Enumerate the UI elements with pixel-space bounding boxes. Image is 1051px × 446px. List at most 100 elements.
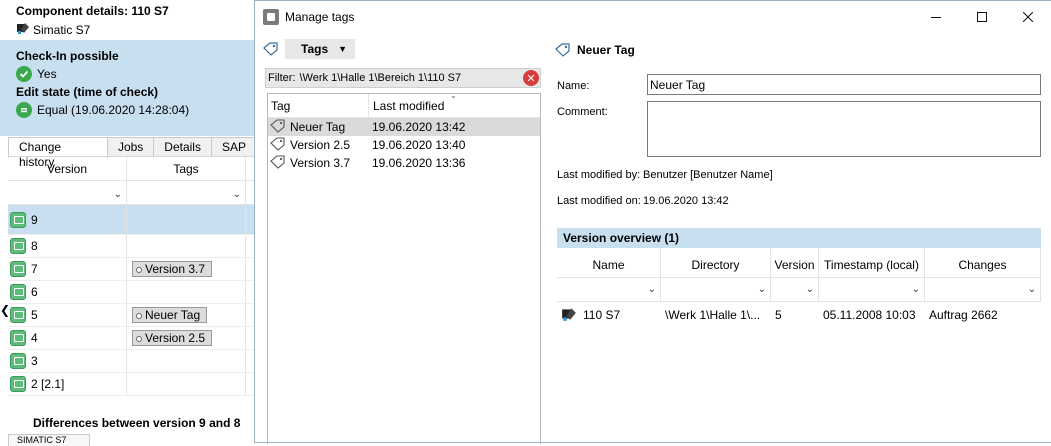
tag-modified: 19.06.2020 13:40 — [372, 138, 466, 152]
table-row[interactable]: 6 — [8, 281, 256, 304]
tab-change-history[interactable]: Change history — [8, 137, 108, 169]
timestamp-filter-dropdown[interactable]: ⌄ — [819, 278, 925, 301]
table-row[interactable]: 9 — [8, 205, 256, 235]
table-row[interactable]: 3 — [8, 350, 256, 373]
filter-bar[interactable]: Filter: \Werk 1\Halle 1\Bereich 1\110 S7… — [265, 68, 541, 88]
edit-state-row: Equal (19.06.2020 14:28:04) — [16, 100, 256, 120]
tags-dropdown[interactable]: Tags ▼ — [285, 39, 356, 59]
changes-filter-dropdown[interactable]: ⌄ — [925, 278, 1041, 301]
version-overview-heading: Version overview (1) — [557, 228, 1041, 248]
filter-value: \Werk 1\Halle 1\Bereich 1\110 S7 — [299, 72, 462, 84]
component-title: Component details: 110 S7 — [16, 4, 169, 18]
version-name: 110 S7 — [583, 308, 621, 322]
tags-dropdown-label: Tags — [301, 42, 329, 56]
version-overview-filter-row: ⌄ ⌄ ⌄ ⌄ ⌄ — [557, 278, 1041, 302]
checkin-row: Yes — [16, 64, 256, 84]
tag-icon — [270, 118, 286, 136]
version-cell: 9 — [8, 205, 127, 234]
tag-icon — [270, 136, 286, 154]
version-icon — [10, 353, 26, 369]
minimize-icon — [931, 17, 941, 18]
simatic-icon — [16, 21, 30, 38]
version-cell: 4 — [8, 327, 127, 349]
modified-by-label: Last modified by: — [557, 169, 641, 181]
component-subtitle: Simatic S7 — [33, 22, 91, 37]
collapse-arrow-icon[interactable]: ❮ — [0, 303, 10, 317]
tab-sap[interactable]: SAP — [210, 137, 257, 157]
tag-icon — [263, 42, 279, 56]
tag-list-rows: Neuer Tag 19.06.2020 13:42 Version 2.5 1… — [268, 118, 540, 172]
clear-filter-icon[interactable]: ✕ — [523, 70, 539, 86]
column-header-changes[interactable]: Changes — [925, 248, 1041, 277]
version-directory: \Werk 1\Halle 1\... — [665, 308, 761, 322]
version-filter-dropdown[interactable]: ⌄ — [8, 181, 127, 204]
tags-cell — [127, 235, 246, 257]
list-item[interactable]: Version 3.7 19.06.2020 13:36 — [268, 154, 540, 172]
directory-filter-dropdown[interactable]: ⌄ — [661, 278, 771, 301]
column-header-version[interactable]: Version — [8, 157, 127, 180]
version-timestamp: 05.11.2008 10:03 — [823, 308, 916, 322]
tag-icon — [270, 154, 286, 172]
table-row[interactable]: 110 S7 \Werk 1\Halle 1\... 5 05.11.2008 … — [557, 302, 1041, 328]
modified-on-value: 19.06.2020 13:42 — [643, 195, 729, 207]
tag-detail-header: Neuer Tag — [555, 37, 1051, 63]
tag-list-header: Tag Last modified ⌄ — [268, 91, 540, 118]
version-label: 7 — [31, 262, 38, 276]
table-row[interactable]: 8 — [8, 235, 256, 258]
diff-tab[interactable]: SIMATIC S7 — [8, 434, 90, 446]
minimize-button[interactable] — [913, 1, 959, 33]
version-label: 6 — [31, 285, 38, 299]
maximize-button[interactable] — [959, 1, 1005, 33]
table-row[interactable]: 7 Version 3.7 — [8, 258, 256, 281]
tags-list-pane: Tags ▼ Filter: \Werk 1\Halle 1\Bereich 1… — [263, 37, 543, 444]
version-name-cell: 110 S7 — [557, 306, 661, 325]
version-cell: 8 — [8, 235, 127, 257]
manage-tags-dialog: Manage tags Tags ▼ Filter: \Werk 1\Halle… — [254, 0, 1051, 444]
modified-on-label: Last modified on: — [557, 195, 641, 207]
comment-field[interactable] — [647, 101, 1041, 157]
tag-modified: 19.06.2020 13:42 — [372, 120, 466, 134]
tag-chip: Version 2.5 — [132, 330, 213, 346]
column-header-timestamp[interactable]: Timestamp (local) — [819, 248, 925, 277]
chevron-down-icon: ⌄ — [647, 284, 656, 295]
tab-jobs[interactable]: Jobs — [106, 137, 155, 157]
differences-title: Differences between version 9 and 8 — [33, 416, 241, 430]
table-row[interactable]: 5 Neuer Tag — [8, 304, 256, 327]
history-filter-row: ⌄ ⌄ — [8, 181, 256, 205]
version-overview-header: Name Directory Version Timestamp (local)… — [557, 248, 1041, 278]
chevron-down-icon: ⌄ — [1027, 284, 1036, 295]
column-header-version[interactable]: Version — [771, 248, 819, 277]
tags-filter-dropdown[interactable]: ⌄ — [127, 181, 246, 204]
table-row[interactable]: 2 [2.1] — [8, 373, 256, 396]
column-header-directory[interactable]: Directory — [661, 248, 771, 277]
column-header-tags[interactable]: Tags — [127, 157, 246, 180]
list-item[interactable]: Version 2.5 19.06.2020 13:40 — [268, 136, 540, 154]
chevron-down-icon: ⌄ — [113, 189, 122, 200]
column-header-tag[interactable]: Tag — [268, 99, 368, 113]
edit-state-heading: Edit state (time of check) — [16, 85, 159, 99]
chevron-down-icon: ⌄ — [232, 189, 241, 200]
tags-cell: Version 3.7 — [127, 258, 246, 280]
dialog-titlebar[interactable]: Manage tags — [255, 1, 1051, 33]
name-filter-dropdown[interactable]: ⌄ — [557, 278, 661, 301]
name-field[interactable] — [647, 74, 1041, 95]
version-label: 4 — [31, 331, 38, 345]
tags-cell: Neuer Tag — [127, 304, 246, 326]
close-icon — [1023, 12, 1033, 22]
version-icon — [10, 284, 26, 300]
checkin-heading: Check-In possible — [16, 49, 119, 63]
column-header-last-modified[interactable]: Last modified — [368, 94, 444, 117]
table-row[interactable]: 4 Version 2.5 — [8, 327, 256, 350]
tag-chip: Neuer Tag — [132, 307, 208, 323]
dialog-title: Manage tags — [285, 10, 355, 24]
column-header-name[interactable]: Name — [557, 248, 661, 277]
list-item[interactable]: Neuer Tag 19.06.2020 13:42 — [268, 118, 540, 136]
tag-cell: Version 2.5 — [268, 136, 368, 154]
tags-cell: Version 2.5 — [127, 327, 246, 349]
tag-cell: Neuer Tag — [268, 118, 368, 136]
version-filter-dropdown[interactable]: ⌄ — [771, 278, 819, 301]
tab-details[interactable]: Details — [153, 137, 212, 157]
tag-name: Version 3.7 — [290, 156, 351, 170]
close-button[interactable] — [1005, 1, 1051, 33]
filter-label: Filter: — [268, 72, 296, 84]
